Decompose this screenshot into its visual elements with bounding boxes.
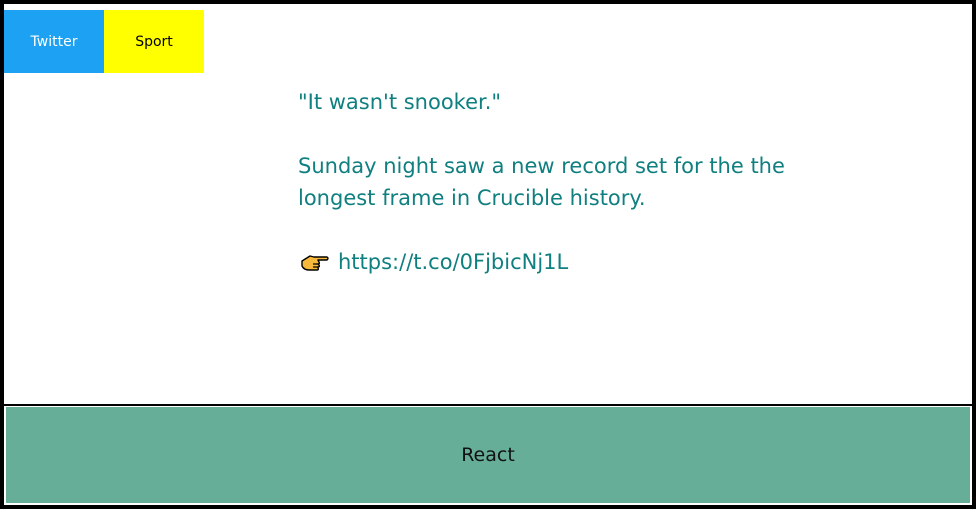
tweet-link-line: https://t.co/0FjbicNj1L	[298, 246, 818, 278]
divider	[4, 404, 972, 406]
react-button[interactable]: React	[6, 407, 970, 503]
react-button-label: React	[461, 444, 515, 466]
twitter-tag[interactable]: Twitter	[4, 10, 104, 73]
tweet-body: Sunday night saw a new record set for th…	[298, 154, 785, 210]
tweet-card-window: Twitter Sport "It wasn't snooker." Sunda…	[4, 4, 972, 505]
twitter-tag-label: Twitter	[30, 33, 78, 50]
tweet-text: "It wasn't snooker." Sunday night saw a …	[298, 86, 818, 278]
tweet-link[interactable]: https://t.co/0FjbicNj1L	[338, 246, 568, 278]
pointing-hand-icon	[300, 251, 330, 273]
sport-tag-label: Sport	[135, 33, 173, 50]
sport-tag[interactable]: Sport	[104, 10, 204, 73]
tweet-quote: "It wasn't snooker."	[298, 90, 502, 114]
